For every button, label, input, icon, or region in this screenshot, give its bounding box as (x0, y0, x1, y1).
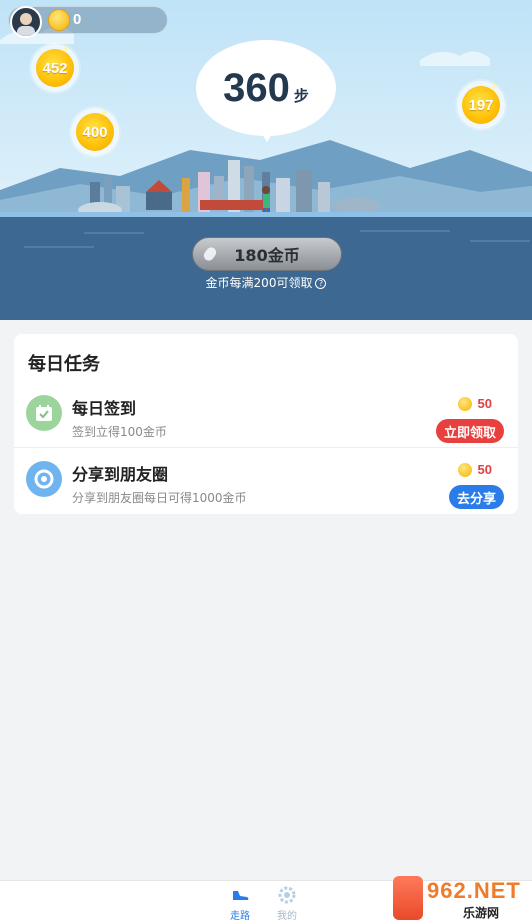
camera-aperture-icon (26, 461, 62, 497)
steps-bubble: 360 步 (196, 40, 336, 136)
nav-label: 我的 (277, 911, 297, 922)
task-reward: 50 (457, 396, 492, 411)
task-name: 每日签到 (72, 399, 137, 418)
sparkle-icon: ✦ (100, 108, 109, 119)
task-desc: 分享到朋友圈每日可得1000金币 (72, 491, 247, 505)
daily-tasks-title: 每日任务 (28, 354, 100, 375)
coin-bubble[interactable]: 400 (76, 113, 114, 151)
calendar-check-icon (26, 395, 62, 431)
task-desc: 签到立得100金币 (72, 425, 167, 439)
button-shine (201, 245, 219, 263)
watermark-badge (393, 876, 423, 920)
task-row-checkin: 每日签到 签到立得100金币 50 立即领取 (14, 382, 518, 448)
help-icon[interactable]: ? (315, 278, 327, 289)
daily-tasks-card: 每日任务 每日签到 签到立得100金币 50 立即领取 分享到朋友圈 分享到朋友… (14, 334, 518, 514)
task-reward: 50 (457, 462, 492, 477)
nav-label: 走路 (230, 911, 250, 922)
user-avatar-icon[interactable] (10, 6, 42, 38)
coin-icon (457, 462, 472, 477)
coin-bubble-value: 400 (82, 123, 108, 141)
shoe-icon (233, 891, 249, 900)
coin-bubble-value: 197 (468, 96, 494, 114)
sparkle-icon: ✦ (62, 44, 71, 55)
nav-item-walk[interactable]: 走路 (220, 885, 260, 923)
share-button[interactable]: 去分享 (448, 485, 504, 509)
task-name: 分享到朋友圈 (72, 465, 169, 484)
claim-coins-label: 180金币 (234, 246, 300, 265)
claim-hint: 金币每满200可领取? (0, 274, 532, 291)
steps-unit: 步 (293, 86, 309, 105)
task-reward-value: 50 (477, 396, 492, 411)
coin-icon (457, 396, 472, 411)
claim-now-button[interactable]: 立即领取 (435, 419, 504, 443)
watermark-sub: 乐游网 (463, 906, 500, 920)
coin-bubble-value: 452 (42, 59, 68, 77)
watermark-text: 962.NET (427, 878, 521, 903)
watermark-logo: 962.NET 乐游网 (393, 874, 532, 924)
claim-hint-text: 金币每满200可领取 (205, 276, 313, 290)
steps-bubble-tail (258, 128, 276, 142)
gear-icon (278, 886, 296, 904)
task-reward-value: 50 (477, 462, 492, 477)
claim-coins-button[interactable]: 180金币 (192, 237, 342, 271)
coin-icon (48, 9, 70, 31)
coin-balance: 0 (73, 11, 82, 28)
task-row-share: 分享到朋友圈 分享到朋友圈每日可得1000金币 50 去分享 (14, 448, 518, 514)
steps-count: 360 (223, 65, 290, 110)
sparkle-icon: ✦ (490, 82, 499, 93)
nav-item-mine[interactable]: 我的 (267, 885, 307, 923)
